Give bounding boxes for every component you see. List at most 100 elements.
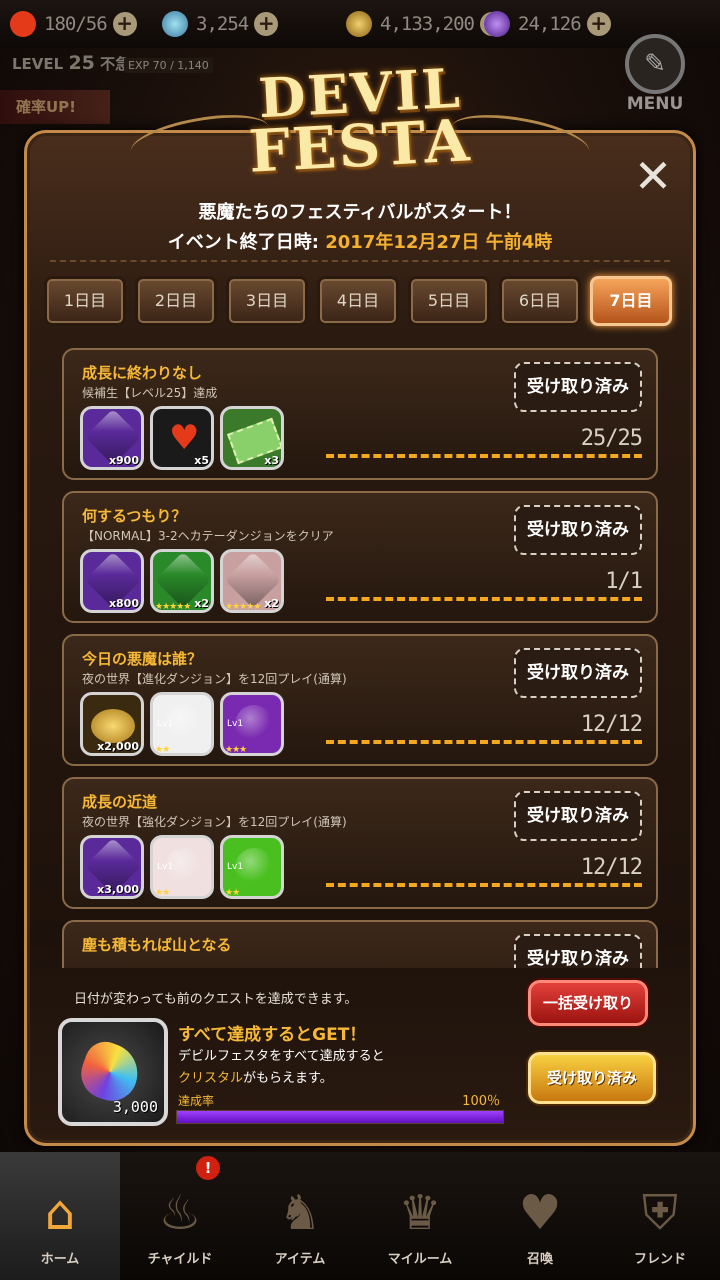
devil-festa-logo: DEVIL FESTA [127,48,593,186]
gold-value: 4,133,200 [380,13,475,35]
nav-label: フレンド [633,1252,686,1267]
reward-item[interactable]: Lv1 ★★ [150,692,214,756]
reward-item[interactable]: x2,000 [80,692,144,756]
bulk-claim-button[interactable]: 一括受け取り [528,980,648,1026]
end-date-value: 2017年12月27日 午前4時 [325,232,553,253]
event-end-date: イベント終了日時: 2017年12月27日 午前4時 [0,228,720,254]
knight-icon: ♞ [278,1185,322,1241]
nav-label: チャイルド [147,1252,213,1267]
item-stars: ★★★ [225,745,247,755]
item-stars: ★★ [225,888,240,898]
item-quantity: x2,000 [97,740,139,753]
close-icon: ✕ [633,149,673,203]
quest-card: 何するつもり？ 【NORMAL】3-2ヘカテーダンジョンをクリア 受け取り済み 1/1… [62,491,658,623]
quest-claim-button[interactable]: 受け取り済み [514,505,642,555]
tab-day-6[interactable]: 6日目 [499,276,581,326]
tab-day-3[interactable]: 3日目 [226,276,308,326]
carryover-note: 日付が変わっても前のクエストを達成できます。 [74,992,358,1007]
heart-value: 180/56 [44,13,108,35]
add-heart-button[interactable]: + [112,12,137,36]
flame-icon: ♨ [158,1185,202,1241]
item-quantity: x900 [108,454,139,467]
tab-day-2[interactable]: 2日目 [135,276,217,326]
quest-description: 夜の世界【強化ダンジョン】を12回プレイ(通算) [82,815,347,829]
quest-title: 成長に終わりなし [82,364,203,382]
side-banner[interactable]: 確率UP! [0,90,110,124]
tab-day-7[interactable]: 7日目 [590,276,672,326]
gold-icon [346,11,372,37]
heart-icon [10,11,36,37]
reward-item[interactable]: x3,000 [80,835,144,899]
completion-rate-bar [176,1110,504,1124]
quest-claim-button[interactable]: 受け取り済み [514,362,642,412]
reward-item[interactable]: Lv1 ★★ [150,835,214,899]
item-stars: ★★★★★ [155,602,191,612]
monster-level: Lv1 [157,862,174,872]
item-quantity: x800 [108,597,139,610]
completion-rate-value: 100％ [462,1094,500,1109]
quest-claim-button[interactable]: 受け取り済み [514,934,642,968]
item-stars: ★★ [155,888,170,898]
quest-description: 夜の世界【進化ダンジョン】を12回プレイ(通算) [82,672,347,686]
item-quantity: x2 [194,597,209,610]
reward-item[interactable]: ♥ x5 [150,406,214,470]
wrench-icon: ✎ [625,34,685,94]
completion-rate-fill [177,1111,503,1123]
quest-progress-bar [326,597,642,601]
quest-card: 成長の近道 夜の世界【強化ダンジョン】を12回プレイ(通算) 受け取り済み 12/12… [62,777,658,909]
item-quantity: x2 [264,597,279,610]
nav-item[interactable]: ⛨ フレンド [600,1152,720,1280]
tab-day-4[interactable]: 4日目 [317,276,399,326]
tab-day-1[interactable]: 1日目 [44,276,126,326]
quest-title: 何するつもり？ [82,507,187,525]
tab-day-5[interactable]: 5日目 [408,276,490,326]
home-icon: ⌂ [44,1185,76,1241]
monster-level: Lv1 [227,719,244,729]
item-stars: ★★★★★ [225,602,261,612]
nav-item[interactable]: ⌂ ホーム [0,1152,120,1280]
shield-icon: ⛨ [641,1185,678,1241]
add-orb-button[interactable]: + [254,12,279,36]
nav-label: マイルーム [387,1252,453,1267]
monster-level: Lv1 [157,719,174,729]
quest-title: 塵も積もれば山となる [82,936,232,954]
completion-description: デビルフェスタをすべて達成すると クリスタルがもらえます。 [178,1046,385,1090]
reward-item[interactable]: x800 [80,549,144,613]
quest-progress-bar [326,454,642,458]
reward-item[interactable]: x2 ★★★★★ [220,549,284,613]
header-divider [50,260,670,262]
gold-resource: 4,133,200 + [346,0,504,48]
close-button[interactable]: ✕ [628,152,678,202]
orb-icon [162,11,188,37]
item-quantity: x3 [264,454,279,467]
day-tabs: 1日目 2日目 3日目 4日目 5日目 6日目 7日目 [44,276,676,328]
nav-item[interactable]: ♨ チャイルド [120,1152,240,1280]
heart-icon: ♥ [169,418,200,458]
completion-claim-button[interactable]: 受け取り済み [528,1052,656,1104]
quest-card: 塵も積もれば山となる 受け取り済み [62,920,658,968]
quest-progress: 25/25 [580,426,643,451]
quest-progress-bar [326,740,642,744]
nav-item[interactable]: ♥ 召喚 [480,1152,600,1280]
reward-item[interactable]: Lv1 ★★★ [220,692,284,756]
orb-resource: 3,254 + [162,0,279,48]
nav-item[interactable]: ♞ アイテム [240,1152,360,1280]
quest-card: 今日の悪魔は誰？ 夜の世界【進化ダンジョン】を12回プレイ(通算) 受け取り済み 12… [62,634,658,766]
nav-item[interactable]: ♛ マイルーム [360,1152,480,1280]
reward-item[interactable]: x2 ★★★★★ [150,549,214,613]
menu-button[interactable]: ✎ MENU [620,34,690,114]
quest-claim-button[interactable]: 受け取り済み [514,791,642,841]
reward-item[interactable]: Lv1 ★★ [220,835,284,899]
item-quantity: x3,000 [97,883,139,896]
reward-item[interactable]: x3 [220,406,284,470]
quest-list[interactable]: 成長に終わりなし 候補生【レベル25】達成 受け取り済み 25/25 x900 ♥ x5 x3… [52,344,670,968]
quest-progress: 12/12 [580,712,643,737]
notification-badge: ! [196,1156,220,1180]
add-crystal-button[interactable]: + [586,12,611,36]
reward-item[interactable]: x900 [80,406,144,470]
player-level: LEVEL 25 不急 [12,52,130,74]
quest-claim-button[interactable]: 受け取り済み [514,648,642,698]
heart-resource: 180/56 + [10,0,137,48]
completion-rate-label: 達成率 [178,1094,215,1108]
quest-progress: 12/12 [580,855,643,880]
